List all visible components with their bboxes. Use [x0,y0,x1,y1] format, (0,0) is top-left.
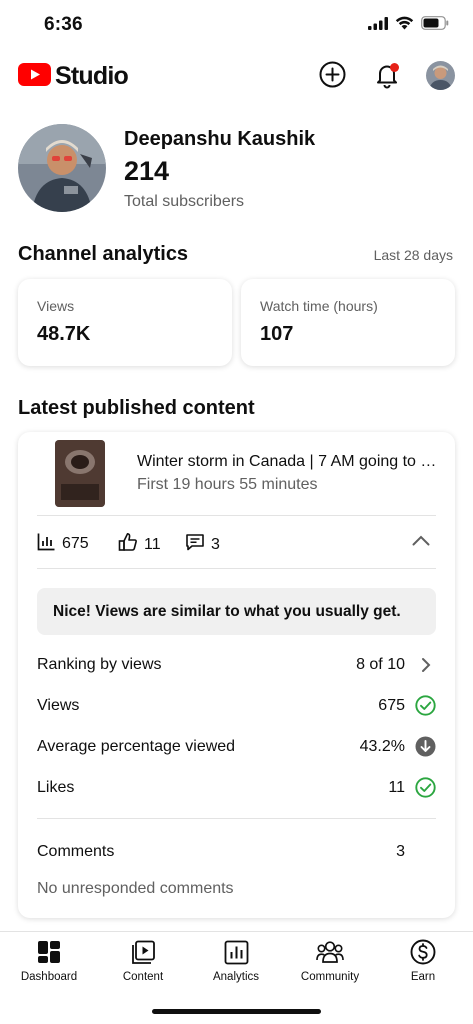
views-row: Views 675 [37,691,436,721]
latest-content-title: Latest published content [18,397,255,419]
bell-icon [373,61,401,94]
status-time: 6:36 [44,14,83,35]
likes-row: Likes 11 [37,773,436,803]
watch-time-card-value: 107 [260,323,294,345]
bar-chart-icon [37,532,56,556]
nav-analytics[interactable]: Analytics [189,938,283,983]
likes-metric: 11 [118,532,161,557]
status-bar: 6:36 [0,0,473,50]
check-circle-icon [415,777,436,798]
check-circle-icon [415,695,436,716]
status-icons [368,16,449,35]
add-circle-icon [319,61,346,93]
nav-community[interactable]: Community [283,938,377,983]
ranking-label: Ranking by views [37,656,162,673]
subscriber-count: 214 [124,156,170,186]
views-card[interactable]: Views 48.7K [18,279,232,366]
likes-metric-value: 11 [144,535,161,553]
battery-icon [421,16,449,35]
ranking-value: 8 of 10 [356,656,405,673]
nav-dashboard[interactable]: Dashboard [2,938,96,983]
watch-time-card[interactable]: Watch time (hours) 107 [241,279,455,366]
divider [37,568,436,569]
nav-content[interactable]: Content [96,938,190,983]
nav-dashboard-label: Dashboard [20,971,78,983]
channel-profile: Deepanshu Kaushik 214 Total subscribers [18,124,458,214]
comment-icon [185,532,205,557]
comments-metric-value: 3 [211,535,220,553]
nav-earn-label: Earn [410,971,436,983]
likes-row-label: Likes [37,779,75,796]
channel-analytics-title: Channel analytics [18,243,189,265]
collapse-button[interactable] [407,528,435,556]
nav-earn[interactable]: Earn [376,938,470,983]
views-card-label: Views [37,298,75,314]
home-indicator[interactable] [152,1009,321,1014]
dashboard-icon [35,938,63,966]
youtube-logo-icon [18,62,51,91]
nav-community-label: Community [300,971,360,983]
create-button[interactable] [315,60,349,94]
youtube-studio-logo[interactable]: Studio [18,62,129,91]
thumbs-up-icon [118,532,138,557]
chevron-up-icon [412,533,430,551]
video-thumbnail[interactable] [55,440,105,507]
views-metric: 675 [37,532,89,556]
analytics-icon [222,938,250,966]
analytics-period: Last 28 days [373,247,453,263]
video-period: First 19 hours 55 minutes [137,476,318,493]
views-row-label: Views [37,697,80,714]
nav-content-label: Content [122,971,164,983]
comments-label: Comments [37,843,115,860]
arrow-down-circle-icon [415,736,436,757]
wifi-icon [395,16,414,35]
app-name: Studio [55,62,129,90]
avg-percentage-label: Average percentage viewed [37,738,236,755]
chevron-right-icon [415,654,436,675]
community-icon [316,938,344,966]
notifications-button[interactable] [370,60,404,94]
earn-icon [409,938,437,966]
avg-percentage-value: 43.2% [359,738,405,755]
nav-analytics-label: Analytics [212,971,260,983]
subscriber-label: Total subscribers [124,193,245,210]
views-card-value: 48.7K [37,323,91,345]
views-metric-value: 675 [62,535,89,552]
likes-row-value: 11 [388,779,405,796]
avg-percentage-row: Average percentage viewed 43.2% [37,732,436,762]
watch-time-card-label: Watch time (hours) [260,298,378,314]
channel-avatar[interactable] [18,124,106,212]
comments-metric: 3 [185,532,220,557]
divider [37,515,436,516]
divider [37,818,436,819]
app-header: Studio [0,56,473,100]
latest-content-card: Winter storm in Canada | 7 AM going to o… [18,432,455,918]
insight-message: Nice! Views are similar to what you usua… [37,588,436,635]
comments-note: No unresponded comments [37,880,234,897]
video-title[interactable]: Winter storm in Canada | 7 AM going to o… [137,453,437,471]
comments-value: 3 [396,843,405,860]
views-row-value: 675 [378,697,405,714]
cellular-signal-icon [368,16,388,35]
ranking-row[interactable]: Ranking by views 8 of 10 [37,650,436,680]
channel-name: Deepanshu Kaushik [124,128,316,150]
account-avatar[interactable] [426,61,455,90]
content-icon [129,938,157,966]
